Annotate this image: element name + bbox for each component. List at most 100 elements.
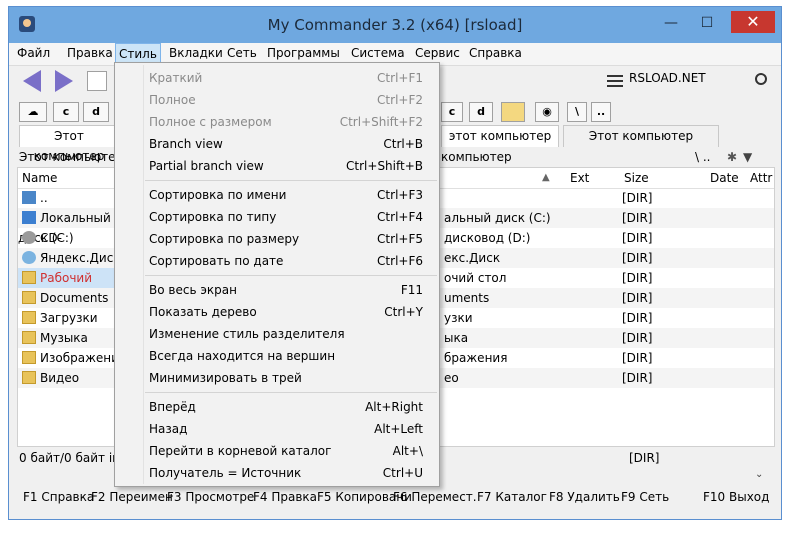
menu-edit[interactable]: Правка — [67, 46, 113, 60]
menu-gutter — [117, 65, 144, 484]
drive-c-button[interactable]: c — [53, 102, 79, 122]
menu-separator — [145, 392, 437, 393]
up-button[interactable]: .. — [591, 102, 611, 122]
f10-button[interactable]: F10 Выход — [703, 490, 769, 504]
drive-d-right-button[interactable]: d — [469, 102, 493, 122]
column-attr-header[interactable]: Attr — [750, 168, 772, 188]
list-item[interactable]: Яндекс.Диск — [18, 248, 121, 268]
list-item[interactable]: екс.Диск [DIR] — [440, 248, 774, 268]
menu-item-forward[interactable]: Вперёд Alt+Right — [149, 397, 423, 417]
menu-item-brief[interactable]: Краткий Ctrl+F1 — [149, 68, 423, 88]
title-bar[interactable]: My Commander 3.2 (x64) [rsload] — ☐ ✕ — [9, 7, 781, 43]
list-item[interactable]: альный диск (C:) [DIR] — [440, 208, 774, 228]
tab-right-this-pc-1[interactable]: этот компьютер — [441, 125, 559, 147]
menu-separator — [145, 180, 437, 181]
scroll-down-icon[interactable]: ⌄ — [755, 469, 763, 480]
back-icon[interactable] — [23, 70, 41, 92]
menu-service[interactable]: Сервис — [415, 46, 460, 60]
menu-item-sort-size[interactable]: Сортировка по размеру Ctrl+F5 — [149, 229, 423, 249]
menu-item-back[interactable]: Назад Alt+Left — [149, 419, 423, 439]
close-button[interactable]: ✕ — [731, 11, 775, 33]
menu-style[interactable]: Стиль — [115, 43, 161, 63]
f9-button[interactable]: F9 Сеть — [621, 490, 669, 504]
drive-d-button[interactable]: d — [83, 102, 109, 122]
list-item-selected[interactable]: Рабочий стол — [18, 268, 116, 305]
right-path: компьютер — [441, 150, 512, 164]
up-folder-icon — [22, 191, 36, 204]
search-icon[interactable] — [755, 73, 767, 85]
minimize-button[interactable]: — — [657, 13, 685, 33]
f7-button[interactable]: F7 Каталог — [477, 490, 547, 504]
list-item[interactable]: бражения [DIR] — [440, 348, 774, 368]
view-icon[interactable] — [87, 71, 107, 91]
list-item[interactable]: узки [DIR] — [440, 308, 774, 328]
root-button[interactable]: \ — [567, 102, 587, 122]
list-item[interactable]: Локальный диск (C:) — [18, 208, 116, 245]
cd-drive-icon — [22, 231, 36, 244]
folder-icon — [22, 371, 36, 384]
menu-programs[interactable]: Программы — [267, 46, 340, 60]
menu-item-fullscreen[interactable]: Во весь экран F11 — [149, 280, 423, 300]
right-panel[interactable]: ▲ Ext Size Date Attr [DIR] альный диск (… — [439, 167, 775, 447]
menu-item-sort-date[interactable]: Сортировать по дате Ctrl+F6 — [149, 251, 423, 271]
menu-icon[interactable] — [607, 75, 623, 77]
column-ext-header[interactable]: Ext — [570, 168, 589, 188]
f4-button[interactable]: F4 Правка — [253, 490, 317, 504]
f2-button[interactable]: F2 Переимен — [91, 490, 173, 504]
menu-item-go-root[interactable]: Перейти в корневой каталог Alt+\ — [149, 441, 423, 461]
list-item[interactable]: дисковод (D:) [DIR] — [440, 228, 774, 248]
sort-icon[interactable]: ▲ — [542, 168, 550, 188]
list-item[interactable]: Documents — [18, 288, 116, 308]
column-name-header[interactable]: Name — [18, 168, 116, 189]
list-item[interactable]: CD-дисковод (D:) — [18, 228, 116, 265]
list-item[interactable]: Видео — [18, 368, 116, 388]
menu-file[interactable]: Файл — [17, 46, 50, 60]
list-item[interactable]: очий стол [DIR] — [440, 268, 774, 288]
f3-button[interactable]: F3 Просмотре — [167, 490, 254, 504]
column-date-header[interactable]: Date — [710, 168, 739, 188]
left-panel[interactable]: Name .. Локальный диск (C:) CD-дисковод … — [17, 167, 126, 447]
maximize-button[interactable]: ☐ — [693, 13, 721, 33]
right-path-tools[interactable]: \ .. — [695, 147, 711, 167]
menu-item-sort-type[interactable]: Сортировка по типу Ctrl+F4 — [149, 207, 423, 227]
list-item[interactable]: Загрузки — [18, 308, 116, 328]
menu-item-full-size[interactable]: Полное с размером Ctrl+Shift+F2 — [149, 112, 423, 132]
site-label: RSLOAD.NET — [629, 71, 706, 85]
menu-item-partial-branch-view[interactable]: Partial branch view Ctrl+Shift+B — [149, 156, 423, 176]
menu-item-minimize-tray[interactable]: Минимизировать в трей — [149, 368, 423, 388]
menu-item-full[interactable]: Полное Ctrl+F2 — [149, 90, 423, 110]
list-item[interactable]: ео [DIR] — [440, 368, 774, 388]
column-size-header[interactable]: Size — [624, 168, 649, 188]
f6-button[interactable]: F6 Перемест. — [393, 490, 477, 504]
list-item[interactable]: uments [DIR] — [440, 288, 774, 308]
tab-left-this-pc[interactable]: Этот компьютер — [19, 125, 119, 163]
menu-item-sort-name[interactable]: Сортировка по имени Ctrl+F3 — [149, 185, 423, 205]
list-item[interactable]: Музыка — [18, 328, 116, 348]
menu-help[interactable]: Справка — [469, 46, 522, 60]
star-icon[interactable]: ✱ — [727, 147, 737, 167]
menu-system[interactable]: Система — [351, 46, 405, 60]
menu-item-branch-view[interactable]: Branch view Ctrl+B — [149, 134, 423, 154]
drive-c-right-button[interactable]: c — [441, 102, 463, 122]
menu-item-always-on-top[interactable]: Всегда находится на вершин — [149, 346, 423, 366]
menu-network[interactable]: Сеть — [227, 46, 257, 60]
f1-button[interactable]: F1 Справка — [23, 490, 94, 504]
left-path: Этот компьютер — [19, 150, 124, 164]
network-drive-icon[interactable]: ☁ — [19, 102, 47, 122]
menu-item-target-equals-source[interactable]: Получатель = Источник Ctrl+U — [149, 463, 423, 483]
globe-icon[interactable]: ◉ — [535, 102, 559, 122]
chevron-down-icon[interactable]: ▼ — [743, 147, 752, 167]
folder-icon[interactable] — [501, 102, 525, 122]
menu-item-show-tree[interactable]: Показать дерево Ctrl+Y — [149, 302, 423, 322]
f8-button[interactable]: F8 Удалить — [549, 490, 620, 504]
list-item[interactable]: ыка [DIR] — [440, 328, 774, 348]
menu-item-splitter-style[interactable]: Изменение стиль разделителя — [149, 324, 423, 344]
forward-icon[interactable] — [55, 70, 73, 92]
folder-icon — [22, 331, 36, 344]
tab-right-this-pc-2[interactable]: Этот компьютер — [563, 125, 719, 147]
list-item[interactable]: .. — [18, 188, 116, 208]
folder-icon — [22, 271, 36, 284]
list-item[interactable]: Изображения — [18, 348, 126, 368]
menu-tabs[interactable]: Вкладки — [169, 46, 223, 60]
list-item[interactable]: [DIR] — [440, 188, 774, 208]
